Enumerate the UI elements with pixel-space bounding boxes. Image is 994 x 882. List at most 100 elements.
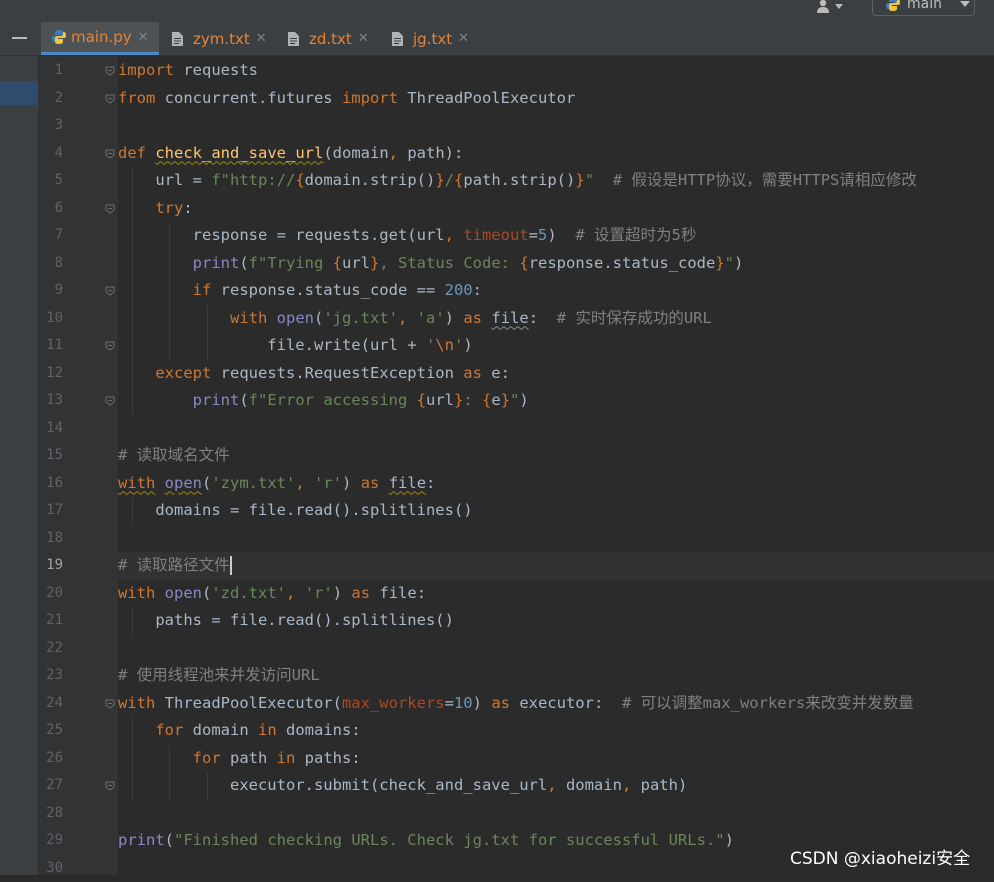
line-number: 21 <box>38 607 63 635</box>
line-number: 2 <box>38 85 63 113</box>
selected-tool-item[interactable] <box>0 81 38 105</box>
fold-marker-icon[interactable] <box>105 66 115 76</box>
user-menu-button[interactable] <box>816 0 843 16</box>
fold-marker-icon[interactable] <box>105 781 115 791</box>
chevron-down-icon <box>960 1 970 7</box>
editor-tab-bar: main.py ✕ zym.txt ✕ zd.txt ✕ jg.txt ✕ <box>0 22 994 56</box>
code-line[interactable]: for domain in domains: <box>118 717 361 745</box>
fold-marker-icon[interactable] <box>105 699 115 709</box>
code-line[interactable]: import requests <box>118 57 258 85</box>
text-caret <box>230 556 232 575</box>
line-number: 11 <box>38 332 63 360</box>
collapse-panel-icon[interactable] <box>12 37 27 39</box>
tab-label: jg.txt <box>413 30 452 48</box>
line-number: 18 <box>38 525 63 553</box>
code-line[interactable]: print(f"Trying {url}, Status Code: {resp… <box>118 250 743 278</box>
code-line[interactable]: try: <box>118 195 193 223</box>
fold-marker-icon[interactable] <box>105 341 115 351</box>
fold-marker-icon[interactable] <box>105 149 115 159</box>
line-number: 29 <box>38 827 63 855</box>
line-number: 15 <box>38 442 63 470</box>
line-number: 14 <box>38 415 63 443</box>
current-line-highlight <box>118 552 994 580</box>
line-number: 6 <box>38 195 63 223</box>
code-editor[interactable]: 1 import requests 2 from concurrent.futures… <box>38 56 994 875</box>
line-number: 25 <box>38 717 63 745</box>
fold-marker-icon[interactable] <box>105 204 115 214</box>
code-line[interactable]: for path in paths: <box>118 745 361 773</box>
indent-guide <box>132 167 133 415</box>
line-number: 22 <box>38 635 63 663</box>
line-number: 27 <box>38 772 63 800</box>
text-file-icon <box>392 32 403 46</box>
close-icon[interactable]: ✕ <box>358 31 369 46</box>
code-line[interactable]: print(f"Error accessing {url}: {e}") <box>118 387 529 415</box>
code-line[interactable]: file.write(url + '\n') <box>118 332 473 360</box>
code-line[interactable]: if response.status_code == 200: <box>118 277 482 305</box>
tab-main-py[interactable]: main.py ✕ <box>41 22 159 55</box>
tab-label: main.py <box>71 28 132 46</box>
code-line[interactable]: print("Finished checking URLs. Check jg.… <box>118 827 734 855</box>
code-line[interactable]: # 读取域名文件 <box>118 442 230 470</box>
line-number: 7 <box>38 222 63 250</box>
python-file-icon <box>51 29 67 45</box>
line-number: 9 <box>38 277 63 305</box>
line-number: 1 <box>38 57 63 85</box>
line-number: 17 <box>38 497 63 525</box>
user-icon <box>816 0 832 13</box>
line-number: 30 <box>38 855 63 882</box>
code-line[interactable]: # 使用线程池来并发访问URL <box>118 662 320 690</box>
branch-selector[interactable]: main <box>872 0 975 16</box>
tab-label: zd.txt <box>309 30 352 48</box>
close-icon[interactable]: ✕ <box>256 31 267 46</box>
fold-marker-icon[interactable] <box>105 286 115 296</box>
indent-guide <box>207 332 208 360</box>
indent-guide <box>132 607 133 635</box>
code-line[interactable]: response = requests.get(url, timeout=5) … <box>118 222 696 250</box>
code-line[interactable]: domains = file.read().splitlines() <box>118 497 473 525</box>
line-number: 8 <box>38 250 63 278</box>
line-number: 12 <box>38 360 63 388</box>
tab-zd-txt[interactable]: zd.txt ✕ <box>288 22 369 55</box>
line-number: 3 <box>38 112 63 140</box>
branch-label: main <box>907 0 942 12</box>
line-number: 19 <box>38 552 63 580</box>
toolbar: main <box>0 0 994 22</box>
close-icon[interactable]: ✕ <box>138 30 149 45</box>
code-line[interactable]: from concurrent.futures import ThreadPoo… <box>118 85 575 113</box>
close-icon[interactable]: ✕ <box>458 31 469 46</box>
code-line[interactable]: with ThreadPoolExecutor(max_workers=10) … <box>118 690 914 718</box>
line-number: 23 <box>38 662 63 690</box>
line-number: 16 <box>38 470 63 498</box>
tab-label: zym.txt <box>193 30 250 48</box>
indent-guide <box>207 772 208 800</box>
indent-guide <box>169 745 170 800</box>
fold-marker-icon[interactable] <box>105 396 115 406</box>
tab-jg-txt[interactable]: jg.txt ✕ <box>392 22 469 55</box>
line-number: 5 <box>38 167 63 195</box>
line-number: 24 <box>38 690 63 718</box>
code-line[interactable]: with open('zd.txt', 'r') as file: <box>118 580 426 608</box>
code-line[interactable]: with open('zym.txt', 'r') as file: <box>118 470 435 498</box>
code-line[interactable]: paths = file.read().splitlines() <box>118 607 454 635</box>
project-tool-strip[interactable] <box>0 56 38 875</box>
line-number: 13 <box>38 387 63 415</box>
watermark: CSDN @xiaoheizi安全 <box>790 844 970 869</box>
line-number: 4 <box>38 140 63 168</box>
code-line[interactable]: url = f"http://{domain.strip()}/{path.st… <box>118 167 917 195</box>
line-number: 28 <box>38 800 63 828</box>
code-line[interactable]: def check_and_save_url(domain, path): <box>118 140 463 168</box>
code-line[interactable]: except requests.RequestException as e: <box>118 360 510 388</box>
indent-guide <box>132 497 133 525</box>
indent-guide <box>169 222 170 360</box>
code-line[interactable]: # 读取路径文件 <box>118 552 232 580</box>
line-number: 26 <box>38 745 63 773</box>
line-number: 20 <box>38 580 63 608</box>
indent-guide <box>132 717 133 800</box>
fold-marker-icon[interactable] <box>105 94 115 104</box>
text-file-icon <box>288 32 299 46</box>
text-file-icon <box>172 32 183 46</box>
line-number: 10 <box>38 305 63 333</box>
tab-zym-txt[interactable]: zym.txt ✕ <box>172 22 267 55</box>
code-line[interactable]: executor.submit(check_and_save_url, doma… <box>118 772 687 800</box>
